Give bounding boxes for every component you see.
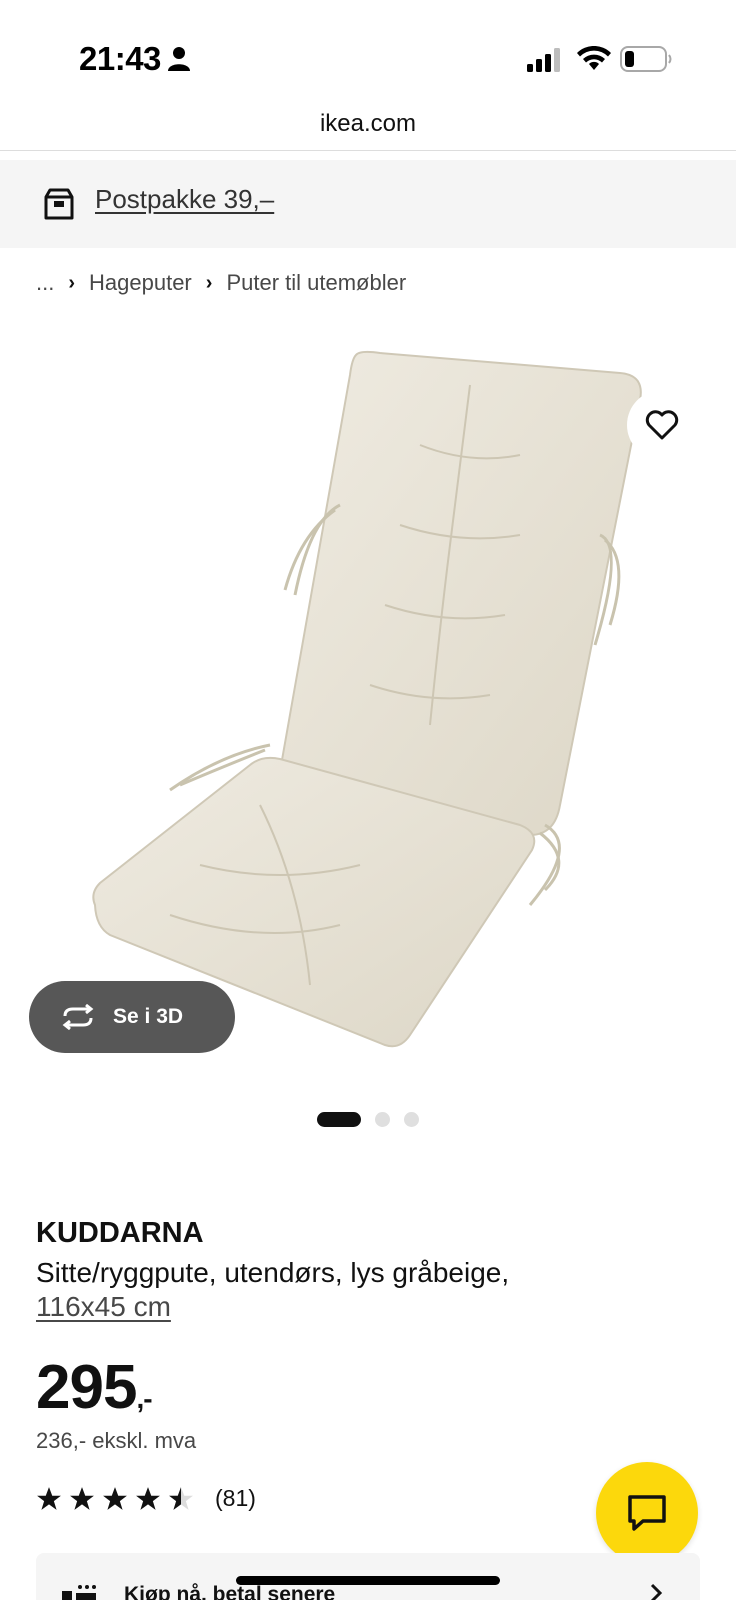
wifi-icon [577, 46, 611, 70]
signal-icon [527, 48, 560, 72]
product-size-link[interactable]: 116x45 cm [36, 1291, 171, 1323]
star-full-icon [37, 1486, 61, 1510]
breadcrumb-hageputer[interactable]: Hageputer [89, 270, 192, 296]
gallery-dot-active[interactable] [317, 1112, 361, 1127]
star-full-icon [70, 1486, 94, 1510]
rotate-3d-icon [62, 1004, 94, 1030]
chat-bubble-icon [628, 1495, 666, 1531]
price-ex-vat: 236,- ekskl. mva [36, 1428, 197, 1453]
status-bar: 21:43 [0, 0, 736, 110]
breadcrumb-ellipsis[interactable]: ... [36, 270, 54, 296]
star-half-icon [169, 1486, 193, 1510]
home-indicator[interactable] [236, 1576, 500, 1585]
buy-now-pay-later-label: Kjøp nå, betal senere [124, 1583, 336, 1600]
gallery-dot[interactable] [404, 1112, 419, 1127]
product-rating[interactable]: (81) [36, 1485, 256, 1512]
shipping-promo-banner[interactable]: Postpakke 39,– [0, 160, 736, 248]
payment-icon [62, 1585, 96, 1600]
product-name: KUDDARNA [36, 1217, 204, 1249]
breadcrumb-puter-til-utemobler[interactable]: Puter til utemøbler [226, 270, 406, 296]
product-image [92, 350, 642, 1048]
product-price: 295,- [36, 1352, 153, 1423]
status-time: 21:43 [79, 40, 161, 77]
price-value: 295 [36, 1353, 137, 1422]
person-icon [168, 47, 190, 71]
browser-url[interactable]: ikea.com [0, 110, 736, 138]
url-divider [0, 150, 736, 151]
star-full-icon [103, 1486, 127, 1510]
gallery-dot[interactable] [375, 1112, 390, 1127]
breadcrumb: ... › Hageputer › Puter til utemøbler [36, 270, 406, 296]
heart-icon [645, 410, 679, 440]
rating-count[interactable]: (81) [215, 1485, 256, 1512]
chat-button[interactable] [596, 1462, 698, 1564]
shipping-promo-link[interactable]: Postpakke 39,– [95, 184, 274, 215]
product-image-gallery[interactable] [0, 345, 736, 1080]
price-suffix: ,- [136, 1383, 152, 1414]
battery-icon [620, 46, 672, 72]
chevron-right-icon: › [68, 271, 76, 294]
package-icon [44, 188, 74, 220]
star-full-icon [136, 1486, 160, 1510]
see-in-3d-button[interactable]: Se i 3D [29, 981, 235, 1053]
see-in-3d-label: Se i 3D [113, 1005, 184, 1028]
chevron-right-icon: › [205, 271, 213, 294]
favorite-button[interactable] [627, 390, 697, 460]
chevron-right-icon [650, 1583, 663, 1600]
gallery-pagination [0, 1112, 736, 1128]
product-description: Sitte/ryggpute, utendørs, lys gråbeige, [36, 1257, 510, 1288]
